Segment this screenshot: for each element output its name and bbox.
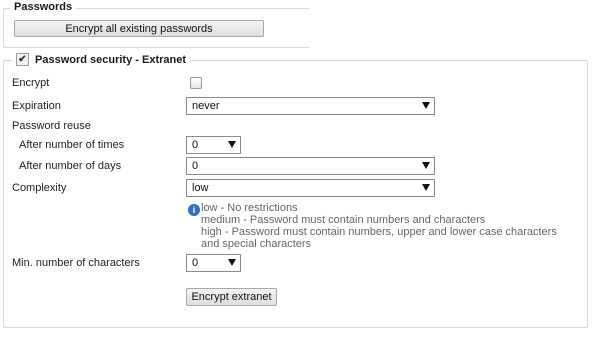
complexity-hint-high: high - Password must contain numbers, up… (201, 226, 557, 238)
encrypt-all-passwords-button[interactable]: Encrypt all existing passwords (14, 20, 264, 37)
chevron-down-icon (228, 259, 236, 266)
after-times-value: 0 (192, 139, 199, 151)
chevron-down-icon (422, 102, 430, 109)
complexity-hint-high-cont: and special characters (201, 238, 312, 250)
after-times-label: After number of times (19, 139, 125, 151)
after-days-select[interactable]: 0 (186, 157, 435, 175)
min-chars-label: Min. number of characters (12, 257, 140, 269)
min-chars-select[interactable]: 0 (186, 254, 241, 272)
after-days-value: 0 (192, 160, 199, 172)
encrypt-extranet-button[interactable]: Encrypt extranet (186, 288, 277, 306)
complexity-hint-medium: medium - Password must contain numbers a… (201, 214, 486, 226)
expiration-select[interactable]: never (186, 97, 435, 115)
password-reuse-label: Password reuse (12, 120, 91, 132)
passwords-legend: Passwords (10, 1, 77, 13)
chevron-down-icon (422, 184, 430, 191)
complexity-select[interactable]: low (186, 179, 435, 197)
encrypt-all-passwords-label: Encrypt all existing passwords (65, 22, 213, 35)
complexity-value: low (192, 182, 209, 194)
complexity-hint-low: low - No restrictions (201, 202, 298, 214)
min-chars-value: 0 (192, 257, 199, 269)
complexity-hint: low - No restrictions medium - Password … (201, 202, 557, 250)
encrypt-label: Encrypt (12, 77, 50, 89)
passwords-legend-label: Passwords (14, 1, 73, 13)
chevron-down-icon (422, 162, 430, 169)
complexity-label: Complexity (12, 182, 67, 194)
after-days-label: After number of days (19, 160, 122, 172)
extranet-legend: ✔ Password security - Extranet (12, 53, 191, 66)
after-times-select[interactable]: 0 (186, 136, 241, 154)
chevron-down-icon (228, 141, 236, 148)
expiration-value: never (192, 100, 220, 112)
info-icon: i (188, 204, 200, 216)
encrypt-extranet-label: Encrypt extranet (191, 291, 272, 303)
expiration-label: Expiration (12, 100, 61, 112)
extranet-enable-checkbox[interactable]: ✔ (16, 53, 29, 66)
encrypt-checkbox[interactable] (190, 77, 202, 89)
extranet-legend-label: Password security - Extranet (35, 53, 187, 66)
